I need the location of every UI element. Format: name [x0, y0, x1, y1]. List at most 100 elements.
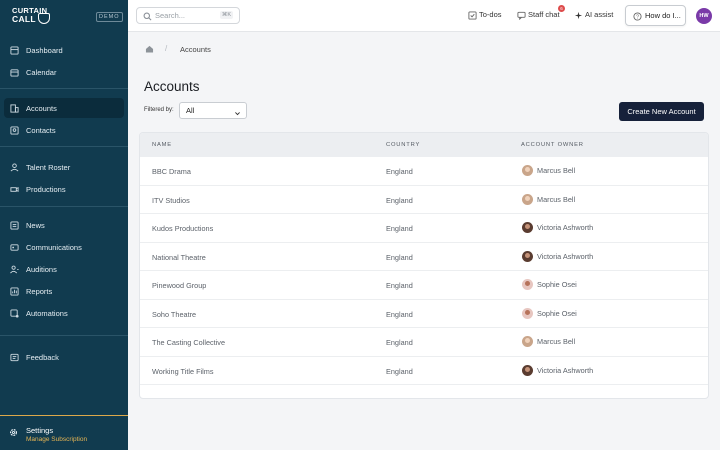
svg-text:?: ?	[636, 14, 639, 20]
column-header-account-owner[interactable]: ACCOUNT OWNER	[521, 142, 584, 148]
settings-title: Settings	[26, 426, 54, 435]
sidebar-item-productions[interactable]: Productions	[4, 179, 124, 199]
home-icon[interactable]	[145, 45, 154, 53]
table-row[interactable]: The Casting Collective England Marcus Bell	[140, 328, 708, 357]
sidebar-item-label: Reports	[26, 286, 53, 296]
main-content: / Accounts Accounts Filtered by: All Cre…	[128, 32, 720, 450]
owner-name: Marcus Bell	[537, 166, 576, 175]
sidebar-item-news[interactable]: News	[4, 215, 124, 235]
page-title: Accounts	[144, 79, 200, 94]
sidebar-item-label: Contacts	[26, 125, 56, 135]
sidebar-item-accounts[interactable]: Accounts	[4, 98, 124, 118]
table-header: NAME COUNTRY ACCOUNT OWNER	[140, 133, 708, 157]
account-name[interactable]: Pinewood Group	[152, 281, 206, 290]
breadcrumb-separator: /	[165, 44, 168, 53]
account-owner: Sophie Osei	[522, 307, 577, 319]
owner-avatar	[522, 193, 533, 205]
account-country: England	[386, 309, 413, 319]
sidebar-item-label: Dashboard	[26, 45, 63, 55]
sidebar-item-label: Auditions	[26, 264, 57, 274]
sidebar-divider	[0, 146, 128, 147]
todos-button[interactable]: To-dos	[468, 10, 502, 20]
sidebar-item-dashboard[interactable]: Dashboard	[4, 40, 124, 60]
building-icon	[10, 103, 19, 113]
sidebar: CURTAIN CALL DEMO Dashboard Calendar Acc…	[0, 0, 128, 450]
sidebar-divider	[0, 206, 128, 207]
sidebar-item-feedback[interactable]: Feedback	[4, 347, 124, 367]
sidebar-item-label: Productions	[26, 184, 66, 194]
accounts-table: NAME COUNTRY ACCOUNT OWNER BBC Drama Engl…	[139, 132, 709, 399]
table-row[interactable]: Pinewood Group England Sophie Osei	[140, 271, 708, 300]
sidebar-item-communications[interactable]: Communications	[4, 237, 124, 257]
sidebar-divider	[0, 88, 128, 89]
audition-icon	[10, 265, 19, 274]
ai-assist-button[interactable]: AI assist	[574, 10, 613, 19]
table-row[interactable]: Soho Theatre England Sophie Osei	[140, 300, 708, 328]
search-icon	[143, 12, 152, 20]
account-country: England	[386, 167, 413, 176]
top-bar: ⌘K To-dos Staff chat 6 AI assist ? How d…	[128, 0, 720, 32]
account-owner: Sophie Osei	[522, 279, 577, 290]
account-name[interactable]: BBC Drama	[152, 167, 191, 176]
sidebar-item-calendar[interactable]: Calendar	[4, 62, 124, 82]
sidebar-item-label: Feedback	[26, 352, 59, 362]
sidebar-item-label: Calendar	[26, 67, 57, 77]
owner-avatar	[522, 307, 533, 319]
account-owner: Victoria Ashworth	[522, 222, 593, 233]
chevron-down-icon	[234, 107, 241, 116]
dashboard-icon	[10, 45, 19, 55]
owner-name: Marcus Bell	[537, 194, 576, 204]
filter-dropdown[interactable]: All	[179, 102, 247, 119]
account-name[interactable]: ITV Studios	[152, 196, 190, 205]
settings-link[interactable]: Settings Manage Subscription	[9, 426, 87, 443]
owner-name: Sophie Osei	[537, 308, 577, 318]
sidebar-item-automations[interactable]: Automations	[4, 303, 124, 323]
column-header-name[interactable]: NAME	[152, 142, 172, 148]
user-avatar[interactable]: HW	[696, 8, 712, 24]
account-country: England	[386, 195, 413, 205]
staff-chat-button[interactable]: Staff chat 6	[517, 5, 565, 20]
owner-name: Sophie Osei	[537, 280, 577, 289]
table-row[interactable]: BBC Drama England Marcus Bell	[140, 157, 708, 186]
account-owner: Victoria Ashworth	[522, 364, 594, 376]
account-name[interactable]: Soho Theatre	[152, 310, 196, 319]
account-country: England	[386, 281, 413, 290]
manage-subscription-link[interactable]: Manage Subscription	[26, 436, 87, 443]
owner-name: Victoria Ashworth	[537, 223, 594, 232]
sidebar-item-label: Accounts	[26, 103, 57, 113]
table-row[interactable]: National Theatre England Victoria Ashworth	[140, 243, 708, 271]
help-button[interactable]: ? How do I...	[625, 5, 686, 26]
curtain-call-logo[interactable]: CURTAIN CALL	[12, 7, 52, 25]
news-icon	[10, 220, 19, 230]
filter-value: All	[186, 106, 195, 115]
chat-icon	[517, 11, 526, 20]
account-name[interactable]: The Casting Collective	[152, 338, 225, 347]
sidebar-divider	[0, 335, 128, 336]
table-row[interactable]: Kudos Productions England Victoria Ashwort…	[140, 214, 708, 243]
search-box[interactable]: ⌘K	[136, 7, 240, 24]
sidebar-item-label: Talent Roster	[26, 162, 71, 172]
sidebar-item-talent-roster[interactable]: Talent Roster	[4, 157, 124, 177]
search-input[interactable]	[155, 11, 217, 20]
owner-name: Victoria Ashworth	[537, 365, 594, 375]
table-row[interactable]: Working Title Films England Victoria Ashwo…	[140, 357, 708, 385]
sparkle-icon	[574, 11, 583, 19]
sidebar-item-auditions[interactable]: Auditions	[4, 259, 124, 279]
account-name[interactable]: National Theatre	[152, 253, 206, 262]
automation-icon	[10, 308, 19, 318]
create-new-account-button[interactable]: Create New Account	[619, 102, 704, 121]
sidebar-item-reports[interactable]: Reports	[4, 281, 124, 301]
owner-avatar	[522, 222, 533, 233]
account-name[interactable]: Working Title Films	[152, 367, 214, 376]
account-owner: Marcus Bell	[522, 336, 575, 347]
sidebar-item-contacts[interactable]: Contacts	[4, 120, 124, 140]
todos-label: To-dos	[479, 10, 502, 19]
account-country: England	[386, 338, 413, 347]
person-icon	[10, 162, 19, 172]
account-name[interactable]: Kudos Productions	[152, 224, 213, 233]
column-header-country[interactable]: COUNTRY	[386, 142, 420, 148]
table-row[interactable]: ITV Studios England Marcus Bell	[140, 186, 708, 214]
filter-label: Filtered by:	[144, 107, 174, 113]
owner-avatar	[522, 336, 533, 347]
gear-icon	[9, 428, 18, 437]
